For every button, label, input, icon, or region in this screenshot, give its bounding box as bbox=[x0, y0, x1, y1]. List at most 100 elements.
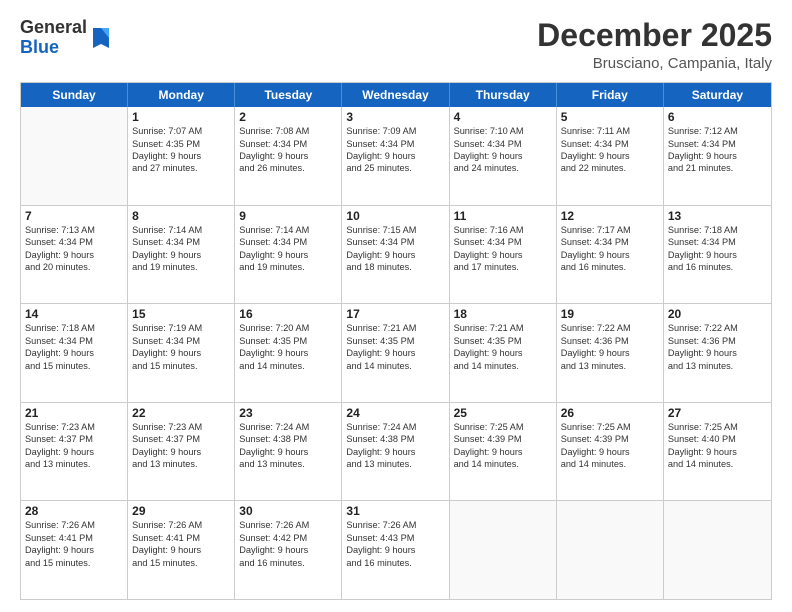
day-number: 7 bbox=[25, 209, 123, 223]
calendar-cell: 15Sunrise: 7:19 AM Sunset: 4:34 PM Dayli… bbox=[128, 304, 235, 402]
day-info: Sunrise: 7:08 AM Sunset: 4:34 PM Dayligh… bbox=[239, 125, 337, 175]
calendar-cell: 24Sunrise: 7:24 AM Sunset: 4:38 PM Dayli… bbox=[342, 403, 449, 501]
day-number: 19 bbox=[561, 307, 659, 321]
header-cell-thursday: Thursday bbox=[450, 83, 557, 107]
day-info: Sunrise: 7:23 AM Sunset: 4:37 PM Dayligh… bbox=[132, 421, 230, 471]
calendar-cell: 11Sunrise: 7:16 AM Sunset: 4:34 PM Dayli… bbox=[450, 206, 557, 304]
calendar-row-3: 21Sunrise: 7:23 AM Sunset: 4:37 PM Dayli… bbox=[21, 403, 771, 502]
calendar-cell: 19Sunrise: 7:22 AM Sunset: 4:36 PM Dayli… bbox=[557, 304, 664, 402]
day-info: Sunrise: 7:15 AM Sunset: 4:34 PM Dayligh… bbox=[346, 224, 444, 274]
header-cell-friday: Friday bbox=[557, 83, 664, 107]
location-title: Brusciano, Campania, Italy bbox=[537, 55, 772, 72]
day-info: Sunrise: 7:14 AM Sunset: 4:34 PM Dayligh… bbox=[239, 224, 337, 274]
calendar-header-row: SundayMondayTuesdayWednesdayThursdayFrid… bbox=[21, 83, 771, 107]
calendar-cell: 10Sunrise: 7:15 AM Sunset: 4:34 PM Dayli… bbox=[342, 206, 449, 304]
calendar-cell: 28Sunrise: 7:26 AM Sunset: 4:41 PM Dayli… bbox=[21, 501, 128, 599]
month-title: December 2025 bbox=[537, 18, 772, 53]
day-info: Sunrise: 7:07 AM Sunset: 4:35 PM Dayligh… bbox=[132, 125, 230, 175]
day-number: 12 bbox=[561, 209, 659, 223]
day-info: Sunrise: 7:24 AM Sunset: 4:38 PM Dayligh… bbox=[239, 421, 337, 471]
calendar-cell: 23Sunrise: 7:24 AM Sunset: 4:38 PM Dayli… bbox=[235, 403, 342, 501]
day-info: Sunrise: 7:19 AM Sunset: 4:34 PM Dayligh… bbox=[132, 322, 230, 372]
day-number: 26 bbox=[561, 406, 659, 420]
day-number: 20 bbox=[668, 307, 767, 321]
calendar-cell: 4Sunrise: 7:10 AM Sunset: 4:34 PM Daylig… bbox=[450, 107, 557, 205]
calendar-cell bbox=[557, 501, 664, 599]
logo-icon bbox=[89, 24, 113, 52]
header-cell-wednesday: Wednesday bbox=[342, 83, 449, 107]
day-number: 14 bbox=[25, 307, 123, 321]
calendar-cell: 17Sunrise: 7:21 AM Sunset: 4:35 PM Dayli… bbox=[342, 304, 449, 402]
day-info: Sunrise: 7:09 AM Sunset: 4:34 PM Dayligh… bbox=[346, 125, 444, 175]
calendar-cell bbox=[450, 501, 557, 599]
day-number: 18 bbox=[454, 307, 552, 321]
day-number: 25 bbox=[454, 406, 552, 420]
page: General Blue December 2025 Brusciano, Ca… bbox=[0, 0, 792, 612]
calendar-cell: 30Sunrise: 7:26 AM Sunset: 4:42 PM Dayli… bbox=[235, 501, 342, 599]
logo-general: General bbox=[20, 18, 87, 38]
day-number: 30 bbox=[239, 504, 337, 518]
calendar-cell: 29Sunrise: 7:26 AM Sunset: 4:41 PM Dayli… bbox=[128, 501, 235, 599]
day-info: Sunrise: 7:20 AM Sunset: 4:35 PM Dayligh… bbox=[239, 322, 337, 372]
day-info: Sunrise: 7:21 AM Sunset: 4:35 PM Dayligh… bbox=[346, 322, 444, 372]
calendar-cell: 21Sunrise: 7:23 AM Sunset: 4:37 PM Dayli… bbox=[21, 403, 128, 501]
day-info: Sunrise: 7:13 AM Sunset: 4:34 PM Dayligh… bbox=[25, 224, 123, 274]
calendar-cell bbox=[664, 501, 771, 599]
calendar-body: 1Sunrise: 7:07 AM Sunset: 4:35 PM Daylig… bbox=[21, 107, 771, 599]
day-info: Sunrise: 7:18 AM Sunset: 4:34 PM Dayligh… bbox=[25, 322, 123, 372]
day-number: 13 bbox=[668, 209, 767, 223]
calendar-cell: 31Sunrise: 7:26 AM Sunset: 4:43 PM Dayli… bbox=[342, 501, 449, 599]
calendar-cell: 13Sunrise: 7:18 AM Sunset: 4:34 PM Dayli… bbox=[664, 206, 771, 304]
day-number: 21 bbox=[25, 406, 123, 420]
day-number: 22 bbox=[132, 406, 230, 420]
day-number: 16 bbox=[239, 307, 337, 321]
day-number: 6 bbox=[668, 110, 767, 124]
calendar-cell: 6Sunrise: 7:12 AM Sunset: 4:34 PM Daylig… bbox=[664, 107, 771, 205]
day-number: 5 bbox=[561, 110, 659, 124]
day-info: Sunrise: 7:26 AM Sunset: 4:42 PM Dayligh… bbox=[239, 519, 337, 569]
calendar-cell: 14Sunrise: 7:18 AM Sunset: 4:34 PM Dayli… bbox=[21, 304, 128, 402]
day-number: 15 bbox=[132, 307, 230, 321]
day-info: Sunrise: 7:21 AM Sunset: 4:35 PM Dayligh… bbox=[454, 322, 552, 372]
calendar: SundayMondayTuesdayWednesdayThursdayFrid… bbox=[20, 82, 772, 600]
calendar-cell: 3Sunrise: 7:09 AM Sunset: 4:34 PM Daylig… bbox=[342, 107, 449, 205]
day-number: 8 bbox=[132, 209, 230, 223]
calendar-cell: 26Sunrise: 7:25 AM Sunset: 4:39 PM Dayli… bbox=[557, 403, 664, 501]
header-cell-saturday: Saturday bbox=[664, 83, 771, 107]
day-info: Sunrise: 7:17 AM Sunset: 4:34 PM Dayligh… bbox=[561, 224, 659, 274]
calendar-cell: 12Sunrise: 7:17 AM Sunset: 4:34 PM Dayli… bbox=[557, 206, 664, 304]
day-number: 29 bbox=[132, 504, 230, 518]
header: General Blue December 2025 Brusciano, Ca… bbox=[20, 18, 772, 72]
calendar-cell: 8Sunrise: 7:14 AM Sunset: 4:34 PM Daylig… bbox=[128, 206, 235, 304]
day-number: 23 bbox=[239, 406, 337, 420]
day-info: Sunrise: 7:10 AM Sunset: 4:34 PM Dayligh… bbox=[454, 125, 552, 175]
logo-blue: Blue bbox=[20, 38, 87, 58]
calendar-cell: 2Sunrise: 7:08 AM Sunset: 4:34 PM Daylig… bbox=[235, 107, 342, 205]
title-area: December 2025 Brusciano, Campania, Italy bbox=[537, 18, 772, 72]
calendar-cell: 25Sunrise: 7:25 AM Sunset: 4:39 PM Dayli… bbox=[450, 403, 557, 501]
day-info: Sunrise: 7:25 AM Sunset: 4:40 PM Dayligh… bbox=[668, 421, 767, 471]
day-number: 3 bbox=[346, 110, 444, 124]
day-number: 17 bbox=[346, 307, 444, 321]
calendar-cell: 16Sunrise: 7:20 AM Sunset: 4:35 PM Dayli… bbox=[235, 304, 342, 402]
day-number: 9 bbox=[239, 209, 337, 223]
day-number: 28 bbox=[25, 504, 123, 518]
day-number: 24 bbox=[346, 406, 444, 420]
logo-text-block: General Blue bbox=[20, 18, 87, 58]
day-info: Sunrise: 7:26 AM Sunset: 4:41 PM Dayligh… bbox=[132, 519, 230, 569]
day-info: Sunrise: 7:25 AM Sunset: 4:39 PM Dayligh… bbox=[561, 421, 659, 471]
calendar-cell: 9Sunrise: 7:14 AM Sunset: 4:34 PM Daylig… bbox=[235, 206, 342, 304]
calendar-row-2: 14Sunrise: 7:18 AM Sunset: 4:34 PM Dayli… bbox=[21, 304, 771, 403]
day-info: Sunrise: 7:22 AM Sunset: 4:36 PM Dayligh… bbox=[561, 322, 659, 372]
header-cell-tuesday: Tuesday bbox=[235, 83, 342, 107]
day-info: Sunrise: 7:16 AM Sunset: 4:34 PM Dayligh… bbox=[454, 224, 552, 274]
calendar-cell: 5Sunrise: 7:11 AM Sunset: 4:34 PM Daylig… bbox=[557, 107, 664, 205]
day-info: Sunrise: 7:26 AM Sunset: 4:43 PM Dayligh… bbox=[346, 519, 444, 569]
day-info: Sunrise: 7:23 AM Sunset: 4:37 PM Dayligh… bbox=[25, 421, 123, 471]
calendar-cell: 7Sunrise: 7:13 AM Sunset: 4:34 PM Daylig… bbox=[21, 206, 128, 304]
day-info: Sunrise: 7:26 AM Sunset: 4:41 PM Dayligh… bbox=[25, 519, 123, 569]
header-cell-sunday: Sunday bbox=[21, 83, 128, 107]
day-info: Sunrise: 7:18 AM Sunset: 4:34 PM Dayligh… bbox=[668, 224, 767, 274]
calendar-cell: 18Sunrise: 7:21 AM Sunset: 4:35 PM Dayli… bbox=[450, 304, 557, 402]
calendar-row-4: 28Sunrise: 7:26 AM Sunset: 4:41 PM Dayli… bbox=[21, 501, 771, 599]
